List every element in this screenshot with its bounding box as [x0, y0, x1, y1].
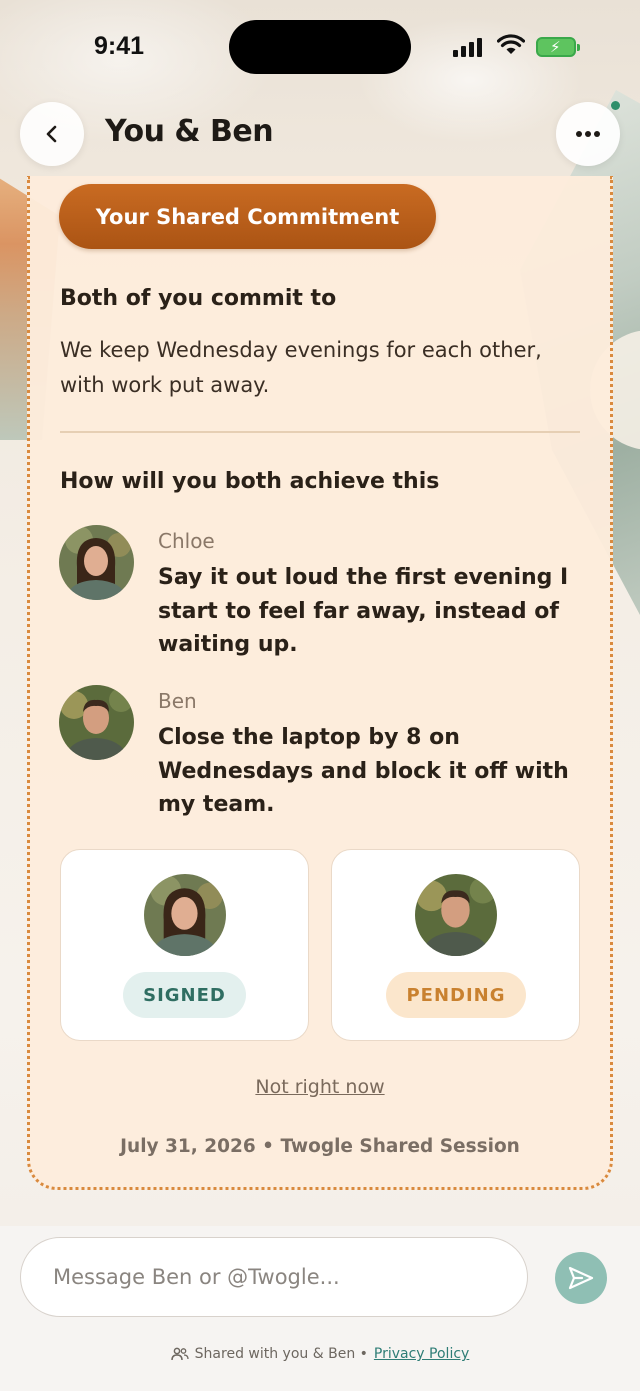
person-name-chloe: Chloe: [158, 529, 215, 553]
plan-chloe: Say it out loud the first evening I star…: [158, 565, 569, 657]
person-name-ben: Ben: [158, 689, 197, 713]
status-badge-pending: PENDING: [386, 972, 526, 1018]
footer: Shared with you & Ben • Privacy Policy: [0, 1346, 640, 1362]
ellipsis-icon: [576, 131, 600, 137]
achieve-heading: How will you both achieve this: [60, 469, 440, 494]
commit-heading: Both of you commit to: [60, 286, 337, 311]
message-input[interactable]: [20, 1237, 528, 1317]
dynamic-island: [229, 20, 411, 74]
session-info: July 31, 2026 • Twogle Shared Session: [120, 1136, 520, 1157]
plan-ben: Close the laptop by 8 on Wednesdays and …: [158, 725, 569, 817]
privacy-policy-link[interactable]: Privacy Policy: [374, 1346, 469, 1362]
status-bar: 9:41 ⚡: [0, 0, 640, 96]
send-icon: [568, 1266, 594, 1290]
commit-text: We keep Wednesday evenings for each othe…: [60, 338, 542, 397]
signal-icon: [453, 38, 482, 57]
signature-avatar-ben: [415, 874, 497, 956]
chevron-left-icon: [46, 125, 57, 143]
shared-commitment-pill: Your Shared Commitment: [59, 184, 436, 249]
not-right-now-link[interactable]: Not right now: [0, 1076, 640, 1098]
avatar-chloe: [59, 525, 134, 600]
status-badge-signed: SIGNED: [123, 972, 246, 1018]
wifi-icon: [497, 34, 525, 54]
chat-title: You & Ben: [105, 114, 274, 149]
more-options-button[interactable]: [556, 102, 620, 166]
shared-with-text: Shared with you & Ben •: [194, 1346, 368, 1362]
back-button[interactable]: [20, 102, 84, 166]
divider: [60, 431, 580, 433]
avatar-ben: [59, 685, 134, 760]
signature-card-chloe: SIGNED: [60, 849, 309, 1041]
signature-avatar-chloe: [144, 874, 226, 956]
status-time: 9:41: [94, 32, 145, 60]
people-icon: [170, 1347, 189, 1361]
battery-icon: ⚡: [536, 37, 580, 57]
send-button[interactable]: [555, 1252, 607, 1304]
online-status-dot: [611, 101, 620, 110]
signature-card-ben: PENDING: [331, 849, 580, 1041]
